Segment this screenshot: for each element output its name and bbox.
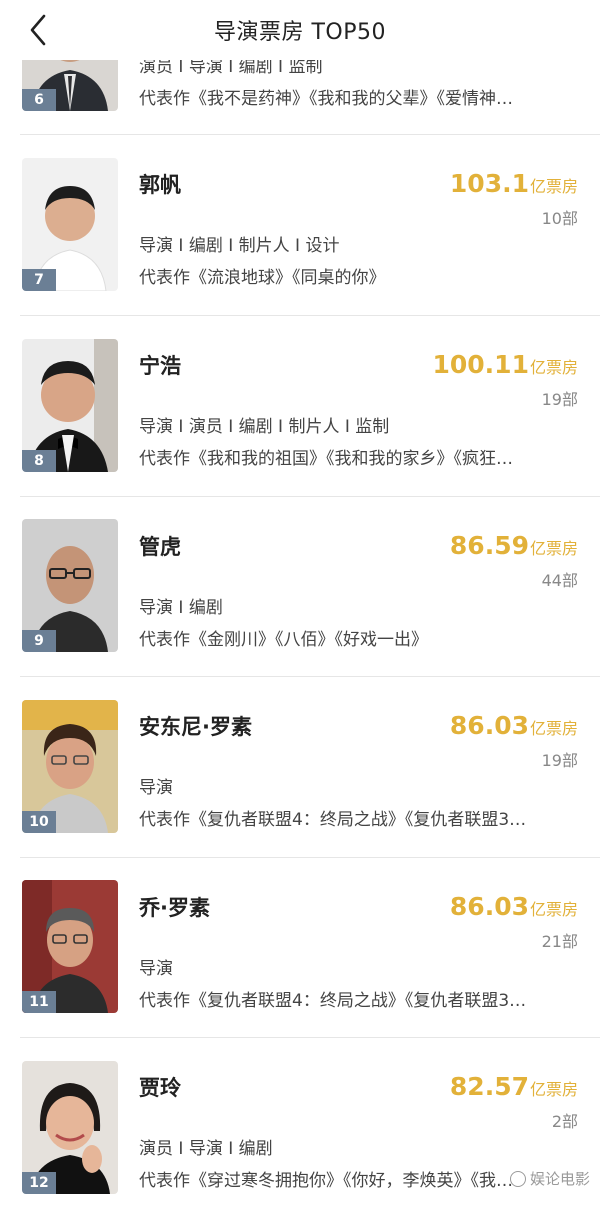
director-works: 代表作《我不是药神》《我和我的父辈》《爱情神… — [139, 89, 513, 109]
director-roles: 导演 — [139, 778, 173, 798]
box-office-unit: 亿票房 — [529, 177, 578, 196]
rank-badge: 12 — [22, 1172, 56, 1194]
box-office-value: 86.03 — [449, 892, 529, 921]
director-photo: 9 — [22, 519, 118, 652]
rank-badge: 11 — [22, 991, 56, 1013]
box-office: 86.59亿票房 — [450, 531, 578, 560]
list-item[interactable]: 10 安东尼·罗素 86.03亿票房 19部 导演 代表作《复仇者联盟4：终局之… — [0, 677, 600, 857]
director-name: 宁浩 — [139, 354, 181, 378]
box-office-unit: 亿票房 — [529, 358, 578, 377]
box-office-unit: 亿票房 — [529, 539, 578, 558]
film-count: 44部 — [541, 571, 578, 590]
rank-badge: 10 — [22, 811, 56, 833]
director-name: 管虎 — [139, 535, 181, 559]
film-count: 19部 — [541, 751, 578, 770]
director-works: 代表作《我和我的祖国》《我和我的家乡》《疯狂… — [139, 449, 513, 469]
rank-badge: 8 — [22, 450, 56, 472]
director-works: 代表作《金刚川》《八佰》《好戏一出》 — [139, 630, 428, 650]
list-item[interactable]: 11 乔·罗素 86.03亿票房 21部 导演 代表作《复仇者联盟4：终局之战》… — [0, 858, 600, 1038]
director-roles: 导演 I 演员 I 编剧 I 制片人 I 监制 — [139, 417, 390, 437]
director-roles: 导演 — [139, 959, 173, 979]
director-photo: 12 — [22, 1061, 118, 1194]
director-works: 代表作《流浪地球》《同桌的你》 — [139, 268, 386, 288]
top-navigation-bar: 导演票房 TOP50 — [0, 0, 600, 60]
director-photo: 8 — [22, 339, 118, 472]
director-photo: 11 — [22, 880, 118, 1013]
page-title: 导演票房 TOP50 — [213, 20, 386, 45]
list-item[interactable]: 8 宁浩 100.11亿票房 19部 导演 I 演员 I 编剧 I 制片人 I … — [0, 316, 600, 496]
watermark-text: 娱论电影 — [529, 1170, 590, 1188]
box-office-value: 100.11 — [432, 350, 529, 379]
box-office-value: 82.57 — [449, 1072, 529, 1101]
director-roles: 导演 I 编剧 I 制片人 I 设计 — [139, 236, 340, 256]
box-office-value: 86.59 — [449, 531, 529, 560]
list-item[interactable]: 9 管虎 86.59亿票房 44部 导演 I 编剧 代表作《金刚川》《八佰》《好… — [0, 497, 600, 677]
list-item[interactable]: 7 郭帆 103.1亿票房 10部 导演 I 编剧 I 制片人 I 设计 代表作… — [0, 135, 600, 315]
rank-badge: 7 — [22, 269, 56, 291]
watermark-icon — [509, 1170, 526, 1187]
director-works: 代表作《复仇者联盟4：终局之战》《复仇者联盟3… — [139, 991, 527, 1011]
director-name: 贾玲 — [139, 1076, 181, 1100]
box-office-value: 103.1 — [449, 169, 529, 198]
film-count: 2部 — [551, 1112, 578, 1131]
film-count: 21部 — [541, 932, 578, 951]
director-photo: 7 — [22, 158, 118, 291]
watermark: 娱论电影 — [509, 1168, 590, 1189]
director-roles: 演员 I 导演 I 编剧 — [139, 1139, 273, 1159]
list-item[interactable]: 12 贾玲 82.57亿票房 2部 演员 I 导演 I 编剧 代表作《穿过寒冬拥… — [0, 1038, 600, 1218]
director-name: 安东尼·罗素 — [139, 715, 252, 739]
box-office-unit: 亿票房 — [529, 900, 578, 919]
director-name: 郭帆 — [139, 173, 181, 197]
director-name: 乔·罗素 — [139, 896, 210, 920]
box-office: 86.03亿票房 — [450, 711, 578, 740]
box-office: 100.11亿票房 — [433, 350, 579, 379]
director-photo: 10 — [22, 700, 118, 833]
film-count: 10部 — [541, 209, 578, 228]
box-office: 103.1亿票房 — [450, 169, 578, 198]
rank-badge: 6 — [22, 89, 56, 111]
box-office-unit: 亿票房 — [529, 1080, 578, 1099]
box-office: 86.03亿票房 — [450, 892, 578, 921]
box-office: 82.57亿票房 — [450, 1072, 578, 1101]
film-count: 19部 — [541, 390, 578, 409]
box-office-value: 86.03 — [449, 711, 529, 740]
director-roles: 导演 I 编剧 — [139, 598, 223, 618]
rank-badge: 9 — [22, 630, 56, 652]
director-works: 代表作《复仇者联盟4：终局之战》《复仇者联盟3… — [139, 810, 527, 830]
box-office-unit: 亿票房 — [529, 719, 578, 738]
